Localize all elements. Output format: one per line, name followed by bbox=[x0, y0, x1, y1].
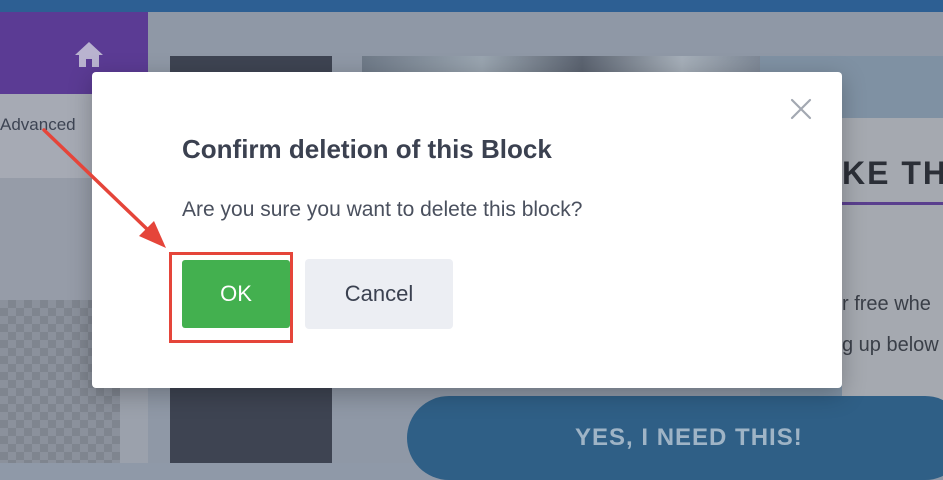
dialog-title: Confirm deletion of this Block bbox=[182, 134, 552, 164]
sidebar-tab-advanced[interactable]: Advanced bbox=[0, 115, 76, 135]
dialog-message: Are you sure you want to delete this blo… bbox=[182, 198, 583, 221]
top-bar bbox=[0, 0, 943, 12]
ok-button[interactable]: OK bbox=[182, 260, 290, 328]
cancel-button[interactable]: Cancel bbox=[305, 259, 453, 329]
close-icon[interactable] bbox=[789, 97, 813, 121]
canvas-body-text-2: g up below bbox=[842, 334, 939, 356]
confirm-delete-dialog: Confirm deletion of this Block Are you s… bbox=[92, 72, 842, 388]
canvas-headline: KE TH bbox=[842, 155, 943, 191]
headline-underline bbox=[842, 202, 943, 205]
cta-button-label: YES, I NEED THIS! bbox=[575, 424, 803, 451]
canvas-body-text-1: r free whe bbox=[842, 293, 931, 315]
home-icon[interactable] bbox=[73, 40, 105, 68]
